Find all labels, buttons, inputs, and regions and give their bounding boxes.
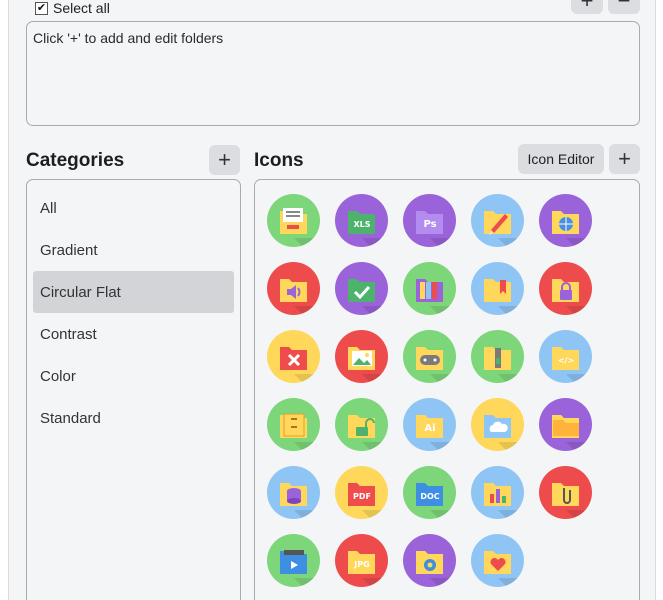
icon-editor-button[interactable]: Icon Editor (518, 144, 604, 174)
svg-text:</>: </> (558, 356, 574, 365)
illustrator-folder-icon[interactable]: Ai (403, 398, 456, 451)
category-item[interactable]: Contrast (33, 313, 234, 355)
icons-panel: XLS Ps </> Ai PDF DOC JPG (254, 179, 640, 600)
select-all-row[interactable]: ✔ Select all (35, 0, 110, 16)
photoshop-folder-icon[interactable]: Ps (403, 194, 456, 247)
categories-title: Categories (26, 150, 125, 171)
code-folder-icon[interactable]: </> (539, 330, 592, 383)
unlocked-folder-icon[interactable] (335, 398, 388, 451)
category-item[interactable]: Gradient (33, 229, 234, 271)
select-all-checkbox[interactable]: ✔ (35, 1, 48, 15)
svg-text:DOC: DOC (420, 492, 439, 501)
icons-title: Icons (254, 150, 304, 171)
library-folder-icon[interactable] (403, 262, 456, 315)
add-icon-button[interactable]: + (609, 144, 640, 174)
add-folder-button[interactable]: + (571, 0, 603, 14)
icon-manager-panel: ✔ Select all + − Click '+' to add and ed… (8, 0, 656, 600)
pictures-folder-icon[interactable] (335, 330, 388, 383)
checked-folder-icon[interactable] (335, 262, 388, 315)
svg-text:JPG: JPG (353, 560, 369, 569)
add-category-button[interactable]: + (209, 145, 240, 175)
cabinet-folder-icon[interactable] (267, 398, 320, 451)
chart-folder-icon[interactable] (471, 466, 524, 519)
document-folder-icon[interactable] (267, 194, 320, 247)
remove-folder-button[interactable]: − (608, 0, 640, 14)
pdf-folder-icon[interactable]: PDF (335, 466, 388, 519)
category-item[interactable]: Color (33, 355, 234, 397)
svg-text:Ps: Ps (423, 219, 436, 230)
audio-folder-icon[interactable] (267, 262, 320, 315)
settings-folder-icon[interactable] (403, 534, 456, 587)
games-folder-icon[interactable] (403, 330, 456, 383)
svg-text:Ai: Ai (424, 423, 435, 434)
categories-list: All Gradient Circular Flat Contrast Color Sta… (26, 179, 241, 600)
icons-grid: XLS Ps </> Ai PDF DOC JPG (267, 194, 592, 587)
xls-folder-icon[interactable]: XLS (335, 194, 388, 247)
archive-folder-icon[interactable] (471, 330, 524, 383)
video-folder-icon[interactable] (267, 534, 320, 587)
delete-folder-icon[interactable] (267, 330, 320, 383)
favorites-folder-icon[interactable] (471, 534, 524, 587)
jpg-folder-icon[interactable]: JPG (335, 534, 388, 587)
doc-folder-icon[interactable]: DOC (403, 466, 456, 519)
cloud-folder-icon[interactable] (471, 398, 524, 451)
open-folder-icon[interactable] (539, 398, 592, 451)
database-folder-icon[interactable] (267, 466, 320, 519)
select-all-label: Select all (53, 0, 110, 16)
category-item[interactable]: All (33, 187, 234, 229)
category-item[interactable]: Standard (33, 397, 234, 439)
edit-folder-icon[interactable] (471, 194, 524, 247)
folders-hint: Click '+' to add and edit folders (33, 30, 224, 46)
category-item[interactable]: Circular Flat (33, 271, 234, 313)
web-folder-icon[interactable] (539, 194, 592, 247)
attachment-folder-icon[interactable] (539, 466, 592, 519)
folders-list[interactable]: Click '+' to add and edit folders (26, 21, 640, 126)
bookmark-folder-icon[interactable] (471, 262, 524, 315)
svg-text:XLS: XLS (353, 220, 370, 229)
locked-folder-icon[interactable] (539, 262, 592, 315)
svg-text:PDF: PDF (353, 492, 371, 501)
